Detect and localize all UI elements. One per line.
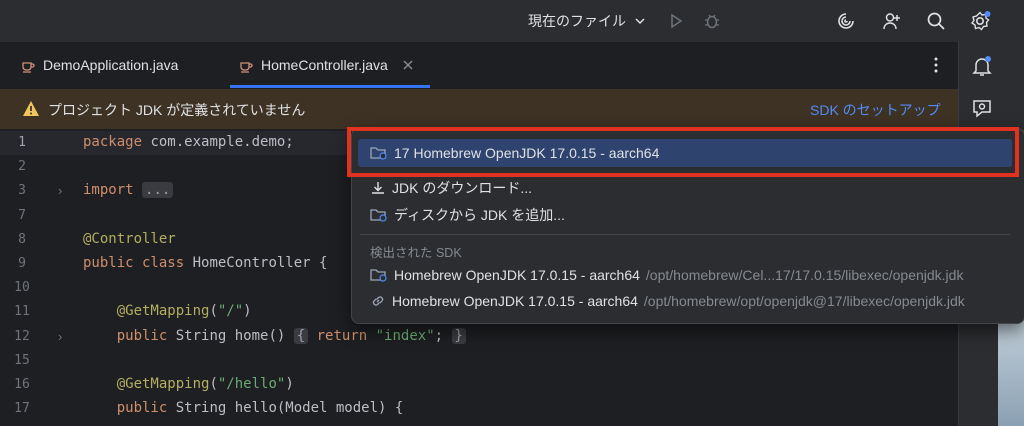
more-options-icon[interactable] <box>928 55 944 75</box>
warning-icon <box>22 100 40 117</box>
code-token: ) <box>243 303 252 320</box>
code-token: ... <box>142 182 174 199</box>
settings-icon[interactable] <box>968 9 992 33</box>
code-line: import ... <box>83 182 174 199</box>
code-token: package <box>83 134 143 150</box>
line-number: 3 <box>18 183 26 199</box>
run-icon[interactable] <box>664 9 688 33</box>
chevron-down-icon[interactable] <box>628 9 652 33</box>
code-line: @GetMapping("/hello") <box>83 376 294 392</box>
code-token: ; <box>434 327 452 344</box>
line-number: 16 <box>14 377 30 392</box>
java-file-icon <box>238 57 254 73</box>
code-line: public String home() { return "index"; } <box>83 327 466 344</box>
detected-sdk-name: Homebrew OpenJDK 17.0.15 - aarch64 <box>394 267 640 283</box>
code-token: return <box>316 327 368 344</box>
code-token: public <box>116 327 168 344</box>
tab-home-controller[interactable]: HomeController.java <box>230 42 430 88</box>
popup-divider <box>360 234 1010 235</box>
ai-assistant-icon[interactable] <box>834 9 858 33</box>
setup-sdk-link[interactable]: SDK のセットアップ <box>810 100 941 120</box>
line-number: 15 <box>14 352 30 368</box>
download-jdk-label: JDK のダウンロード... <box>392 180 533 196</box>
fold-toggle-icon[interactable]: › <box>58 329 62 344</box>
ai-chat-icon[interactable] <box>970 96 994 120</box>
folder-jdk-icon <box>370 267 388 283</box>
line-number: 1 <box>18 135 26 150</box>
code-line: public String hello(Model model) { <box>83 400 404 417</box>
code-token: ) <box>285 376 294 392</box>
detected-sdk-item[interactable]: Homebrew OpenJDK 17.0.15 - aarch64 /opt/… <box>370 289 965 313</box>
line-number: 12 <box>14 328 30 344</box>
code-line: public class HomeController { <box>83 255 327 271</box>
code-line: @Controller <box>83 231 176 247</box>
code-token: "index" <box>375 327 435 344</box>
code-token: { <box>293 327 309 344</box>
code-token: @Controller <box>83 230 176 247</box>
code-token: import <box>83 182 134 199</box>
fold-toggle-icon[interactable]: › <box>58 183 62 198</box>
folder-jdk-icon <box>370 207 388 223</box>
code-token: com.example.demo; <box>142 134 294 150</box>
add-jdk-from-disk-item[interactable]: ディスクから JDK を追加... <box>370 203 565 227</box>
notifications-icon[interactable] <box>970 54 994 78</box>
banner-message: プロジェクト JDK が定義されていません <box>48 102 306 118</box>
run-config-selector[interactable]: 現在のファイル <box>528 11 626 31</box>
tab-label: HomeController.java <box>261 57 388 73</box>
add-user-icon[interactable] <box>880 9 904 33</box>
code-line: package com.example.demo; <box>83 134 294 150</box>
line-number: 11 <box>14 304 30 320</box>
code-token: @GetMapping <box>116 376 210 392</box>
line-number: 9 <box>18 256 26 271</box>
link-icon <box>370 293 386 309</box>
code-token: ( <box>209 303 218 320</box>
tab-label: DemoApplication.java <box>43 57 179 73</box>
code-token: public <box>116 400 168 417</box>
detected-sdk-name: Homebrew OpenJDK 17.0.15 - aarch64 <box>392 293 638 309</box>
code-line: @GetMapping("/") <box>83 303 252 319</box>
download-jdk-item[interactable]: JDK のダウンロード... <box>370 176 532 200</box>
code-token: public class <box>83 255 185 271</box>
detected-sdk-path: /opt/homebrew/opt/openjdk@17/libexec/ope… <box>643 293 965 309</box>
code-token: @GetMapping <box>116 303 210 320</box>
code-token: HomeController { <box>184 255 328 271</box>
code-token: } <box>451 327 466 344</box>
code-token: String home() <box>167 327 294 344</box>
code-token: "/hello" <box>217 376 286 392</box>
line-number: 8 <box>18 231 26 247</box>
download-icon <box>370 180 386 196</box>
detected-sdk-header: 検出された SDK <box>370 246 462 260</box>
code-token: String hello(Model model) { <box>167 400 404 417</box>
jdk-warning-banner: プロジェクト JDK が定義されていません SDK のセットアップ <box>0 89 958 129</box>
line-number: 17 <box>14 401 30 417</box>
editor-tabs: DemoApplication.java HomeController.java <box>0 42 958 90</box>
annotation-highlight-box <box>347 127 1019 177</box>
close-icon[interactable] <box>403 60 413 70</box>
java-file-icon <box>20 57 36 73</box>
detected-sdk-path: /opt/homebrew/Cel...17/17.0.15/libexec/o… <box>645 267 964 283</box>
line-number: 2 <box>18 159 26 175</box>
tab-demo-application[interactable]: DemoApplication.java <box>20 42 196 88</box>
code-token: ( <box>209 376 218 392</box>
line-number: 7 <box>18 207 26 223</box>
line-number: 10 <box>14 280 30 296</box>
search-icon[interactable] <box>924 9 948 33</box>
detected-sdk-item[interactable]: Homebrew OpenJDK 17.0.15 - aarch64 /opt/… <box>370 263 963 287</box>
main-toolbar: 現在のファイル <box>0 0 1024 42</box>
debug-icon[interactable] <box>700 9 724 33</box>
code-token: "/" <box>217 303 244 320</box>
add-jdk-label: ディスクから JDK を追加... <box>394 207 565 223</box>
